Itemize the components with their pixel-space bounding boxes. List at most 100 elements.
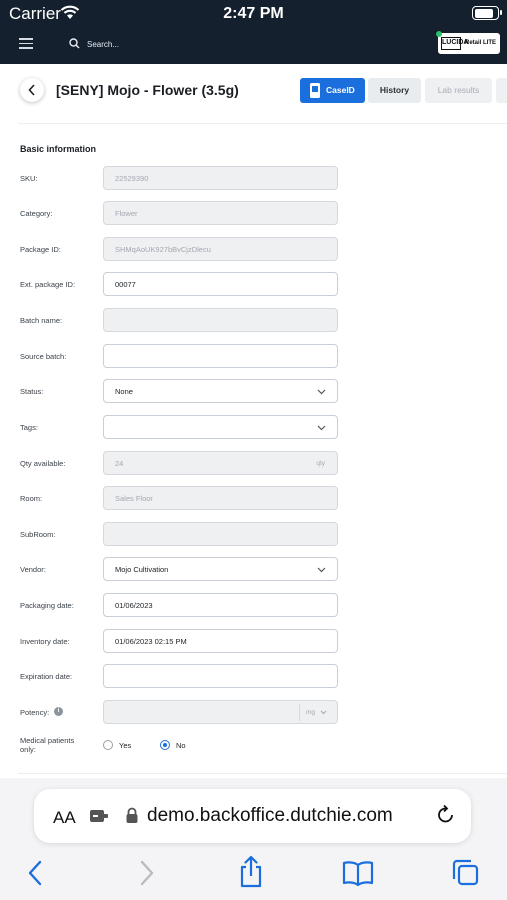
ext-package-id-value: 00077 bbox=[115, 280, 136, 289]
sku-label: SKU: bbox=[20, 174, 38, 183]
potency-field: mg bbox=[103, 700, 338, 724]
vendor-value: Mojo Cultivation bbox=[115, 565, 169, 574]
vendor-select[interactable]: Mojo Cultivation bbox=[103, 557, 338, 581]
tabs-icon[interactable] bbox=[450, 858, 480, 888]
subroom-field bbox=[103, 522, 338, 546]
chevron-down-icon bbox=[317, 389, 326, 395]
extension-icon[interactable] bbox=[89, 808, 109, 824]
expiration-date-input[interactable] bbox=[103, 664, 338, 688]
chevron-down-icon bbox=[317, 425, 326, 431]
packaging-date-input[interactable]: 01/06/2023 bbox=[103, 593, 338, 617]
sku-value: 22529390 bbox=[115, 174, 149, 183]
radio-no[interactable] bbox=[160, 740, 170, 750]
category-value: Flower bbox=[115, 209, 138, 218]
tab-caseid-label: CaseID bbox=[326, 85, 355, 95]
form-row-packaging-date: Packaging date: 01/06/2023 bbox=[0, 593, 507, 617]
share-icon[interactable] bbox=[237, 855, 265, 889]
form-row-vendor: Vendor: Mojo Cultivation bbox=[0, 557, 507, 581]
tab-history[interactable]: History bbox=[368, 78, 421, 103]
radio-yes[interactable] bbox=[103, 740, 113, 750]
inventory-date-label: Inventory date: bbox=[20, 637, 70, 646]
inventory-date-input[interactable]: 01/06/2023 02:15 PM bbox=[103, 629, 338, 653]
bookmarks-icon[interactable] bbox=[342, 860, 374, 886]
qty-available-value: 24 bbox=[115, 459, 124, 468]
room-value: Sales Floor bbox=[115, 494, 153, 503]
room-label: Room: bbox=[20, 494, 43, 503]
tab-lab-results[interactable]: Lab results bbox=[425, 78, 492, 103]
medical-patients-label: Medical patients only: bbox=[20, 736, 75, 754]
form-row-tags: Tags: bbox=[0, 415, 507, 439]
medical-patients-row: Medical patients only: Yes No bbox=[0, 736, 507, 756]
search-input[interactable]: Search... bbox=[87, 40, 119, 49]
status-select[interactable]: None bbox=[103, 379, 338, 403]
room-field: Sales Floor bbox=[103, 486, 338, 510]
header-divider bbox=[18, 123, 507, 124]
qty-available-field: 24 qty bbox=[103, 451, 338, 475]
package-id-field: SHMqAoUK927bBvCjzDlecu bbox=[103, 237, 338, 261]
chevron-down-icon bbox=[317, 567, 326, 573]
brand-logo: LUCIDA Retail LITE bbox=[436, 31, 500, 54]
batch-name-field bbox=[103, 308, 338, 332]
form-divider bbox=[18, 773, 507, 774]
form-row-qty-available: Qty available: 24 qty bbox=[0, 451, 507, 475]
expiration-date-label: Expiration date: bbox=[20, 672, 73, 681]
form-row-source-batch: Source batch: bbox=[0, 344, 507, 368]
status-value: None bbox=[115, 387, 133, 396]
form-row-batch-name: Batch name: bbox=[0, 308, 507, 332]
sku-field: 22529390 bbox=[103, 166, 338, 190]
form-row-package-id: Package ID: SHMqAoUK927bBvCjzDlecu bbox=[0, 237, 507, 261]
tab-caseid[interactable]: CaseID bbox=[300, 78, 365, 103]
info-icon[interactable]: i bbox=[54, 707, 63, 716]
potency-label: Potency: bbox=[20, 708, 50, 717]
packaging-date-label: Packaging date: bbox=[20, 601, 74, 610]
brand-text: Retail LITE bbox=[465, 40, 497, 46]
qty-available-label: Qty available: bbox=[20, 459, 66, 468]
source-batch-label: Source batch: bbox=[20, 352, 67, 361]
page-title: [SENY] Mojo - Flower (3.5g) bbox=[56, 82, 239, 98]
tags-select[interactable] bbox=[103, 415, 338, 439]
form-row-potency: Potency: i mg bbox=[0, 700, 507, 724]
potency-unit: mg bbox=[306, 709, 316, 716]
packaging-date-value: 01/06/2023 bbox=[115, 601, 153, 610]
status-label: Status: bbox=[20, 387, 44, 396]
ext-package-id-input[interactable]: 00077 bbox=[103, 272, 338, 296]
hamburger-menu-icon[interactable] bbox=[19, 38, 33, 49]
form-row-expiration-date: Expiration date: bbox=[0, 664, 507, 688]
form-row-category: Category: Flower bbox=[0, 201, 507, 225]
lock-icon bbox=[126, 807, 138, 823]
section-title: Basic information bbox=[20, 144, 97, 154]
forward-icon[interactable] bbox=[136, 858, 156, 888]
text-size-button[interactable]: AA bbox=[53, 808, 76, 828]
search-icon[interactable] bbox=[69, 38, 80, 49]
back-icon[interactable] bbox=[26, 858, 46, 888]
ext-package-id-label: Ext. package ID: bbox=[20, 280, 76, 289]
batch-name-label: Batch name: bbox=[20, 316, 63, 325]
tags-label: Tags: bbox=[20, 423, 38, 432]
caseid-icon bbox=[310, 83, 320, 98]
subroom-label: SubRoom: bbox=[20, 530, 56, 539]
form-row-ext-package-id: Ext. package ID: 00077 bbox=[0, 272, 507, 296]
package-id-label: Package ID: bbox=[20, 245, 61, 254]
form-row-status: Status: None bbox=[0, 379, 507, 403]
form-row-room: Room: Sales Floor bbox=[0, 486, 507, 510]
potency-unit-select: mg bbox=[299, 704, 333, 721]
package-id-value: SHMqAoUK927bBvCjzDlecu bbox=[115, 245, 211, 254]
source-batch-input[interactable] bbox=[103, 344, 338, 368]
category-field: Flower bbox=[103, 201, 338, 225]
category-label: Category: bbox=[20, 209, 53, 218]
radio-no-label: No bbox=[176, 741, 186, 750]
text-size-label: AA bbox=[53, 808, 76, 827]
form-row-sku: SKU: 22529390 bbox=[0, 166, 507, 190]
qty-suffix: qty bbox=[316, 460, 325, 467]
chevron-left-icon bbox=[28, 84, 35, 96]
address-bar[interactable]: AA demo.backoffice.dutchie.com bbox=[34, 789, 471, 843]
form-row-inventory-date: Inventory date: 01/06/2023 02:15 PM bbox=[0, 629, 507, 653]
battery-icon bbox=[472, 6, 502, 20]
url-text: demo.backoffice.dutchie.com bbox=[147, 805, 393, 826]
vendor-label: Vendor: bbox=[20, 565, 46, 574]
tab-overflow[interactable] bbox=[496, 78, 507, 103]
app-header: Carrier 2:47 PM Search... LUCIDA Retail … bbox=[0, 0, 507, 64]
back-button[interactable] bbox=[20, 78, 44, 102]
radio-yes-label: Yes bbox=[119, 741, 132, 750]
reload-icon[interactable] bbox=[435, 804, 457, 826]
